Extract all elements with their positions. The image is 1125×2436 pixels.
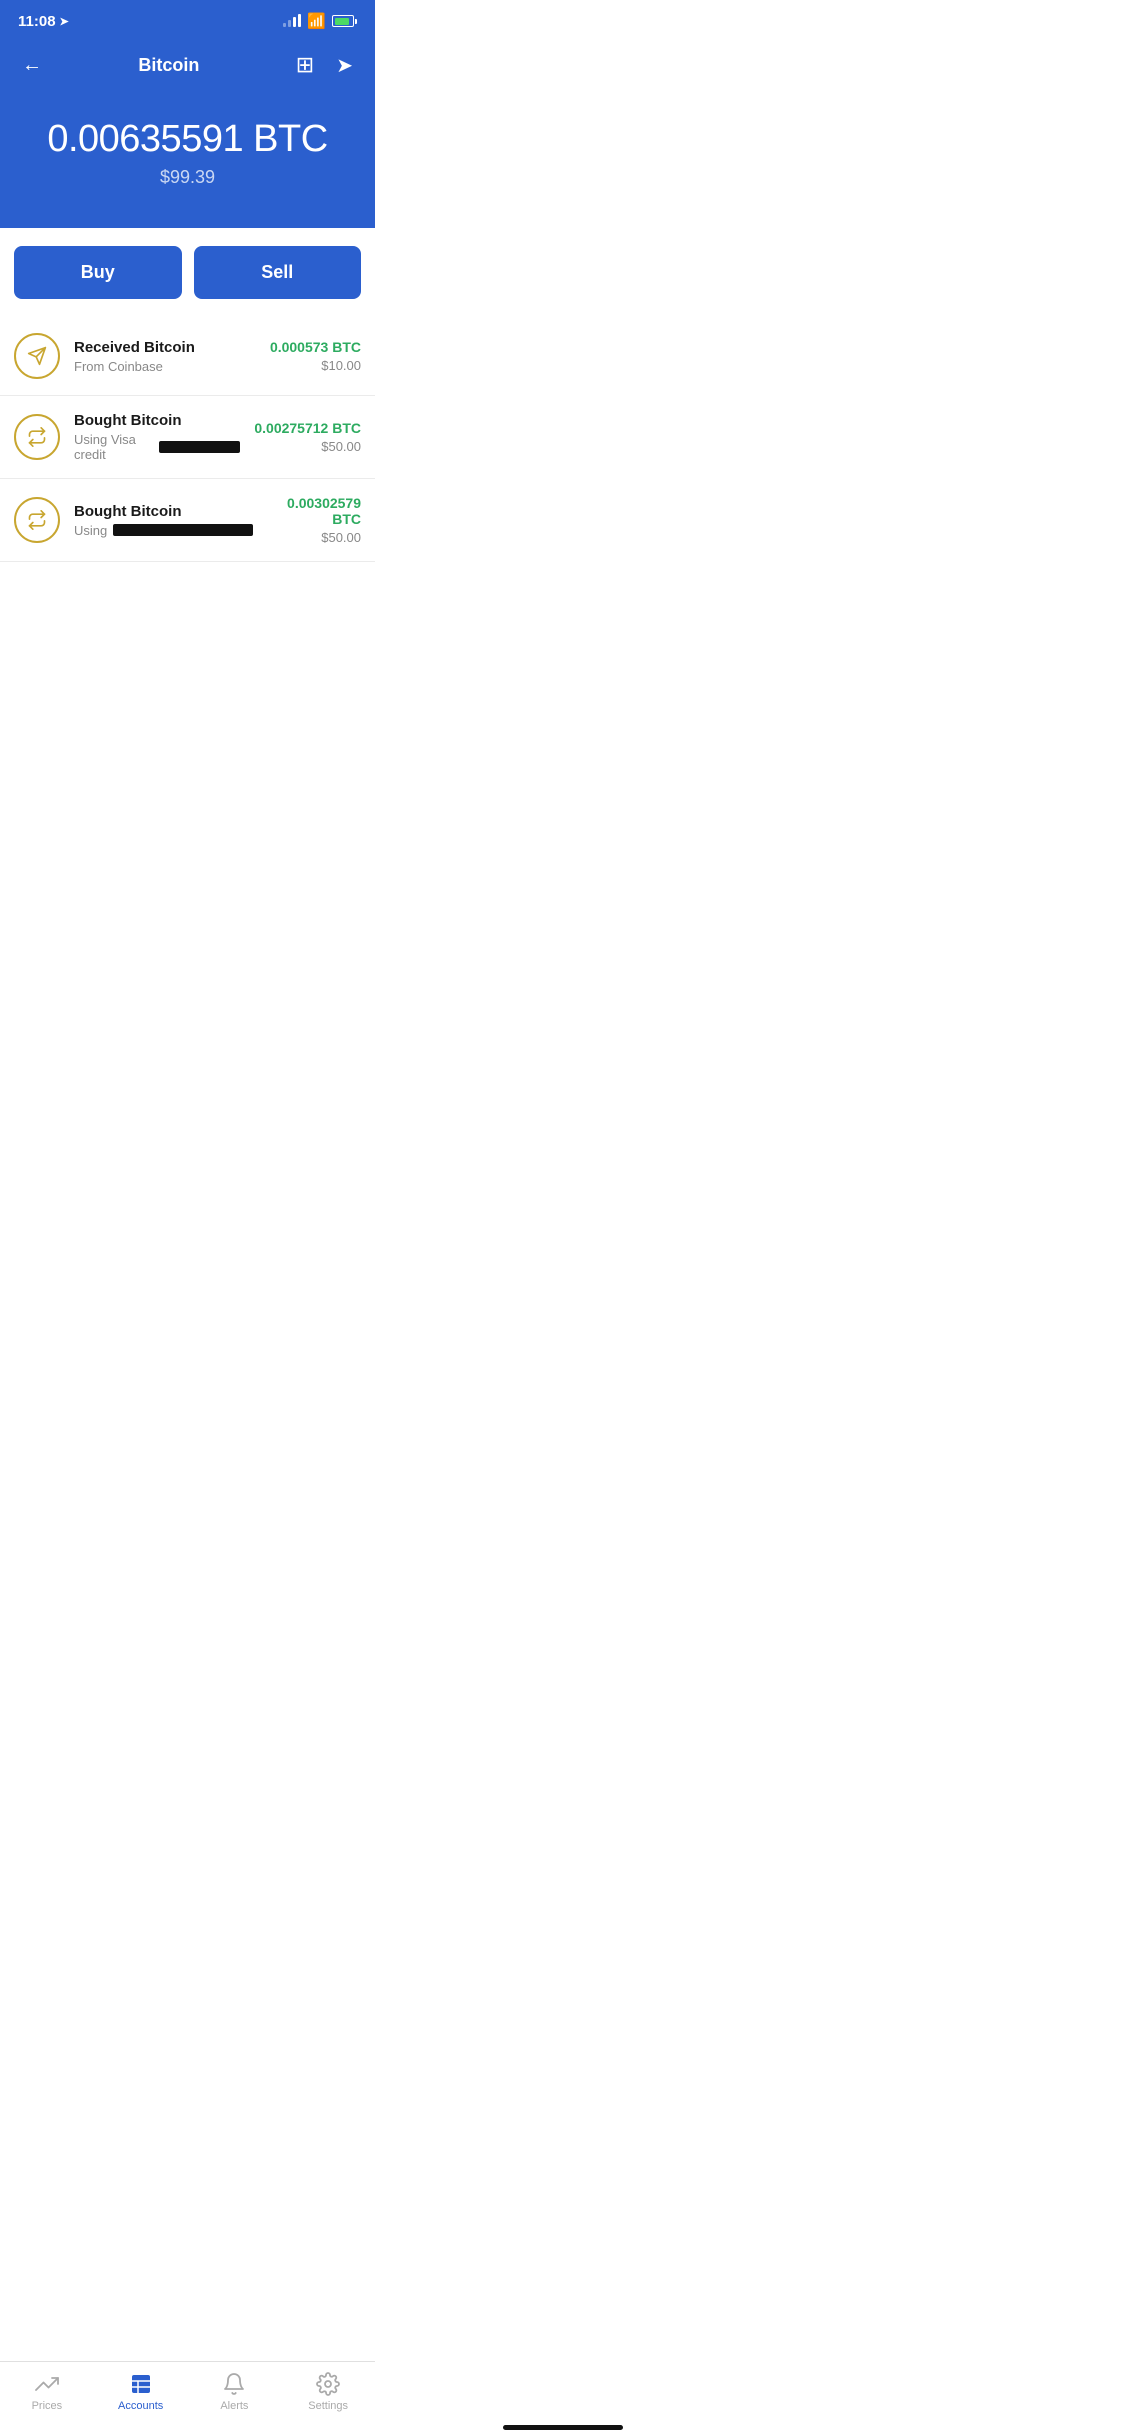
nav-item-settings[interactable]: Settings [293, 2372, 363, 2412]
balance-section: 0.00635591 BTC $99.39 [0, 98, 375, 228]
transaction-info: Bought Bitcoin Using Visa credit [74, 412, 240, 462]
transaction-amounts: 0.000573 BTC $10.00 [270, 339, 361, 373]
exchange-icon [14, 497, 60, 543]
transaction-title: Bought Bitcoin [74, 503, 253, 520]
wifi-icon: 📶 [307, 12, 326, 30]
receive-icon [14, 333, 60, 379]
transaction-title: Bought Bitcoin [74, 412, 240, 429]
nav-label-alerts: Alerts [220, 2400, 248, 2412]
bottom-nav: Prices Accounts Alerts Settings [0, 2361, 375, 2436]
page-title: Bitcoin [46, 55, 292, 76]
nav-label-settings: Settings [308, 2400, 348, 2412]
balance-btc: 0.00635591 BTC [20, 118, 355, 161]
transaction-amounts: 0.00302579 BTC $50.00 [267, 495, 361, 545]
transaction-subtitle: Using [74, 523, 253, 538]
table-row[interactable]: Bought Bitcoin Using 0.00302579 BTC $50.… [0, 479, 375, 562]
btc-amount: 0.000573 BTC [270, 339, 361, 355]
status-time: 11:08 ➤ [18, 13, 69, 30]
nav-item-alerts[interactable]: Alerts [199, 2372, 269, 2412]
sell-button[interactable]: Sell [194, 246, 362, 299]
page-header: ← Bitcoin ⊞ ➤ [0, 38, 375, 98]
transaction-list: Received Bitcoin From Coinbase 0.000573 … [0, 317, 375, 562]
transaction-info: Bought Bitcoin Using [74, 503, 253, 538]
table-row[interactable]: Received Bitcoin From Coinbase 0.000573 … [0, 317, 375, 396]
buy-button[interactable]: Buy [14, 246, 182, 299]
accounts-icon [129, 2372, 153, 2396]
main-content: Buy Sell Received Bitcoin From Coinbase … [0, 228, 375, 642]
location-icon: ➤ [60, 15, 69, 28]
table-row[interactable]: Bought Bitcoin Using Visa credit 0.00275… [0, 396, 375, 479]
qr-code-icon[interactable]: ⊞ [292, 48, 318, 82]
nav-label-prices: Prices [32, 2400, 63, 2412]
home-indicator [503, 2425, 623, 2430]
usd-amount: $50.00 [267, 530, 361, 545]
battery-icon [332, 15, 357, 27]
transaction-subtitle: Using Visa credit [74, 432, 240, 462]
send-icon[interactable]: ➤ [332, 49, 357, 82]
nav-item-accounts[interactable]: Accounts [106, 2372, 176, 2412]
header-actions: ⊞ ➤ [292, 48, 357, 82]
nav-item-prices[interactable]: Prices [12, 2372, 82, 2412]
transaction-amounts: 0.00275712 BTC $50.00 [254, 420, 361, 454]
prices-icon [35, 2372, 59, 2396]
exchange-icon [14, 414, 60, 460]
redacted-text [159, 441, 240, 453]
signal-icon [283, 15, 301, 27]
settings-icon [316, 2372, 340, 2396]
balance-usd: $99.39 [20, 167, 355, 188]
transaction-info: Received Bitcoin From Coinbase [74, 339, 256, 374]
btc-amount: 0.00275712 BTC [254, 420, 361, 436]
redacted-text [113, 524, 253, 536]
back-button[interactable]: ← [18, 50, 46, 81]
time-display: 11:08 [18, 13, 56, 30]
transaction-subtitle: From Coinbase [74, 359, 256, 374]
btc-amount: 0.00302579 BTC [267, 495, 361, 527]
alerts-icon [222, 2372, 246, 2396]
usd-amount: $50.00 [254, 439, 361, 454]
status-right: 📶 [283, 12, 357, 30]
status-bar: 11:08 ➤ 📶 [0, 0, 375, 38]
usd-amount: $10.00 [270, 358, 361, 373]
action-buttons: Buy Sell [0, 228, 375, 317]
nav-label-accounts: Accounts [118, 2400, 163, 2412]
transaction-title: Received Bitcoin [74, 339, 256, 356]
